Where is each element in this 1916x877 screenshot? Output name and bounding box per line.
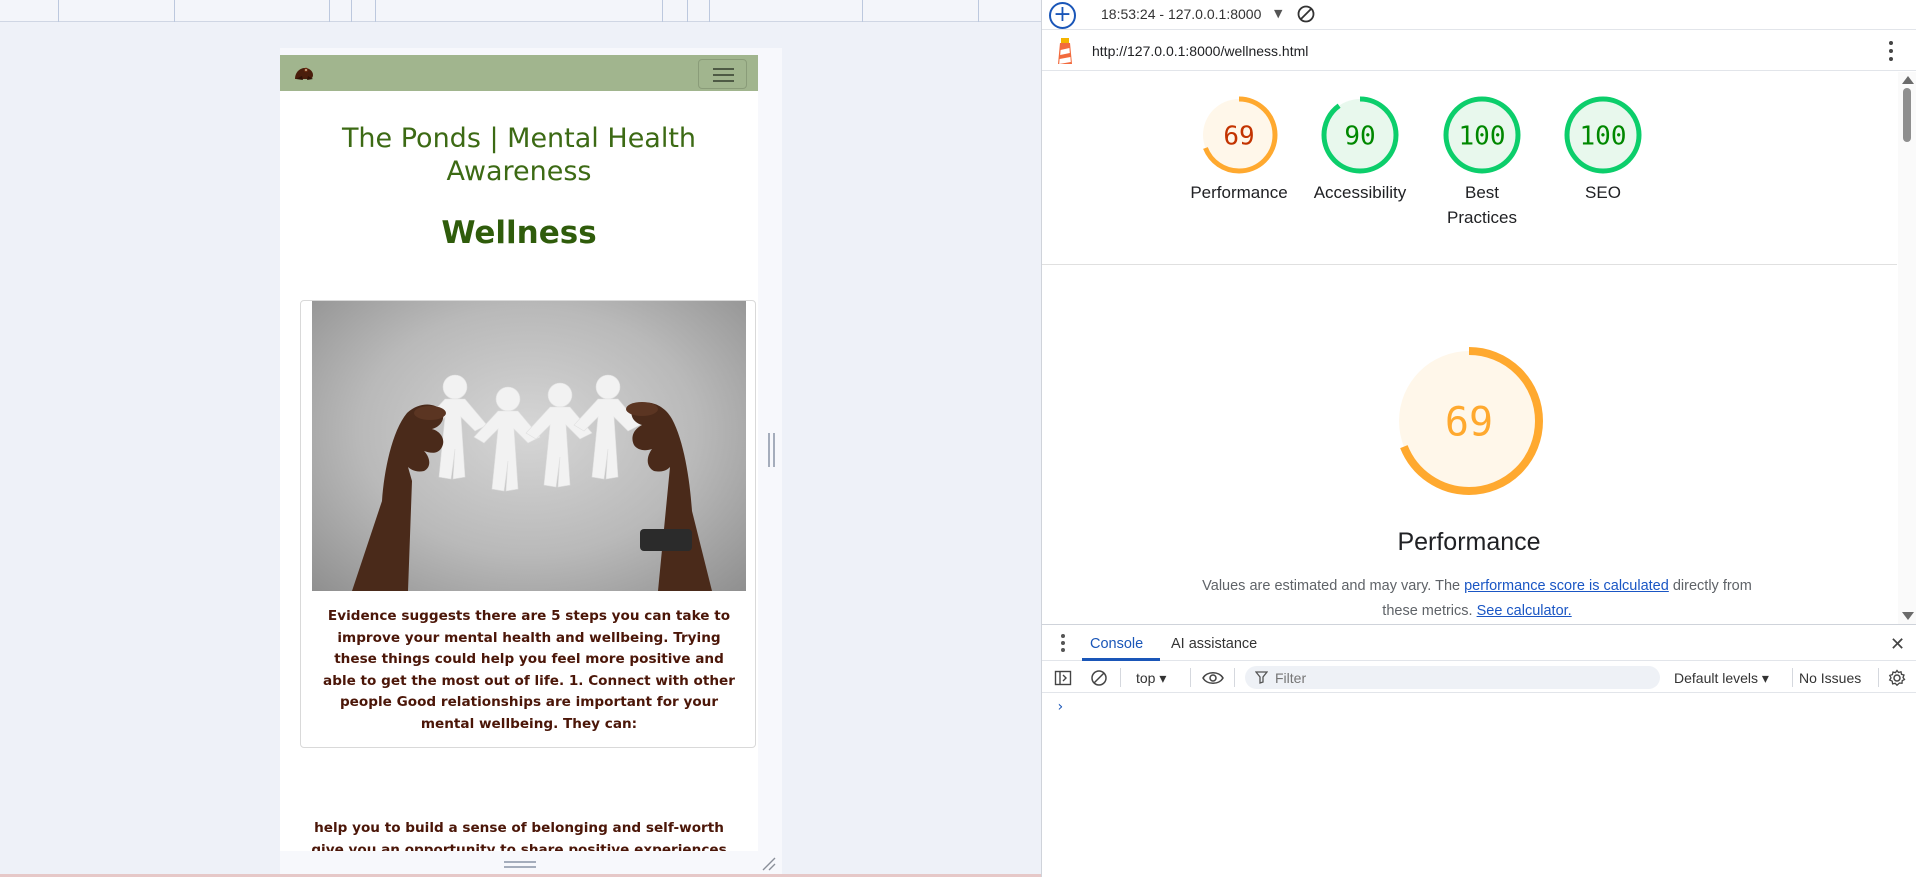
- performance-description: Values are estimated and may vary. The p…: [1202, 574, 1752, 624]
- gauge-ring: 69: [1200, 96, 1278, 174]
- content-card: Evidence suggests there are 5 steps you …: [300, 300, 756, 748]
- viewport-resize-handle-bottom[interactable]: [504, 861, 536, 869]
- paper-people-illustration: [352, 374, 712, 591]
- card-image: [312, 301, 746, 591]
- report-url-bar: http://127.0.0.1:8000/wellness.html: [1042, 31, 1916, 71]
- gauge-score: 69: [1445, 399, 1493, 445]
- body-paragraph: help you to build a sense of belonging a…: [311, 820, 727, 851]
- filter-icon: [1255, 671, 1268, 684]
- hamburger-menu-button[interactable]: [698, 59, 747, 89]
- filter-box: [1245, 666, 1660, 689]
- scroll-thumb[interactable]: [1903, 88, 1911, 142]
- close-icon[interactable]: ✕: [1890, 634, 1905, 655]
- device-ruler: [0, 0, 1041, 22]
- more-options-icon[interactable]: [1884, 38, 1898, 64]
- gauge-score: 90: [1344, 121, 1375, 151]
- gauge-seo[interactable]: 100 SEO: [1553, 94, 1653, 205]
- drawer-menu-icon[interactable]: [1060, 634, 1066, 652]
- gauge-label: SEO: [1585, 183, 1621, 202]
- console-prompt[interactable]: ›: [1056, 699, 1064, 715]
- gauge-ring: 90: [1321, 96, 1399, 174]
- site-navbar: [280, 55, 758, 91]
- gauge-score: 69: [1223, 121, 1254, 151]
- gauge-performance[interactable]: 69 Performance: [1189, 94, 1289, 205]
- score-calculated-link[interactable]: performance score is calculated: [1464, 578, 1669, 594]
- filter-input[interactable]: [1275, 670, 1645, 686]
- emulated-viewport[interactable]: The Ponds | Mental Health Awareness Well…: [280, 55, 758, 851]
- gauge-score: 100: [1580, 121, 1627, 151]
- viewport-resize-handle-right[interactable]: [767, 433, 776, 467]
- devtools-panel: + 18:53:24 - 127.0.0.1:8000 ▼ http://127…: [1041, 0, 1916, 877]
- gauge-ring: 100: [1564, 96, 1642, 174]
- lighthouse-toolbar: + 18:53:24 - 127.0.0.1:8000 ▼: [1042, 0, 1916, 30]
- scroll-up-icon[interactable]: [1902, 76, 1914, 84]
- gauge-label: Best Practices: [1447, 183, 1517, 227]
- sidebar-toggle-icon[interactable]: [1054, 669, 1072, 687]
- gauge-score: 100: [1459, 121, 1506, 151]
- console-drawer: Console AI assistance ✕ top ▾ Filter Def…: [1042, 624, 1916, 877]
- report-url: http://127.0.0.1:8000/wellness.html: [1092, 43, 1309, 59]
- frog-logo-icon[interactable]: [293, 64, 315, 82]
- new-report-button[interactable]: +: [1049, 2, 1076, 29]
- issues-counter[interactable]: No Issues: [1799, 670, 1861, 686]
- context-select[interactable]: top ▾: [1136, 670, 1166, 687]
- gear-icon[interactable]: [1888, 669, 1906, 687]
- active-tab-indicator: [1082, 658, 1160, 661]
- context-value: top: [1136, 670, 1156, 686]
- card-text: Evidence suggests there are 5 steps you …: [323, 608, 735, 732]
- gauge-label: Accessibility: [1313, 183, 1407, 202]
- page-heading: Wellness: [441, 215, 597, 251]
- site-title[interactable]: The Ponds | Mental Health Awareness: [300, 122, 738, 188]
- tab-console[interactable]: Console: [1090, 636, 1143, 652]
- chevron-down-icon[interactable]: ▼: [1274, 7, 1282, 20]
- desc-text: Values are estimated and may vary. The: [1202, 578, 1465, 594]
- clear-console-icon[interactable]: [1090, 669, 1108, 687]
- gauge-best-practices[interactable]: 100 Best Practices: [1432, 94, 1532, 230]
- performance-title: Performance: [1397, 528, 1541, 556]
- drawer-tabbar: Console AI assistance ✕: [1042, 625, 1916, 661]
- report-scrollbar[interactable]: [1898, 72, 1916, 624]
- see-calculator-link[interactable]: See calculator.: [1477, 603, 1572, 619]
- scroll-down-icon[interactable]: [1902, 612, 1914, 620]
- gauge-accessibility[interactable]: 90 Accessibility: [1310, 94, 1410, 205]
- performance-large-gauge: 69: [1395, 347, 1543, 495]
- report-select[interactable]: 18:53:24 - 127.0.0.1:8000: [1101, 6, 1261, 22]
- clear-report-icon[interactable]: [1296, 4, 1316, 24]
- levels-value: Default levels: [1674, 670, 1759, 686]
- device-emulation-area: The Ponds | Mental Health Awareness Well…: [0, 0, 1041, 877]
- lighthouse-icon: [1058, 38, 1072, 64]
- lighthouse-report: 69 Performance 90 Accessibility 100 Best…: [1042, 72, 1897, 624]
- eye-icon[interactable]: [1202, 669, 1224, 687]
- gauge-ring: 100: [1443, 96, 1521, 174]
- divider: [1042, 264, 1897, 265]
- console-toolbar: top ▾ Default levels ▾ No Issues: [1042, 662, 1916, 693]
- gauge-label: Performance: [1190, 183, 1288, 202]
- log-levels-select[interactable]: Default levels ▾: [1674, 670, 1769, 687]
- viewport-resize-corner-icon[interactable]: [761, 856, 777, 872]
- tab-ai-assistance[interactable]: AI assistance: [1171, 636, 1257, 652]
